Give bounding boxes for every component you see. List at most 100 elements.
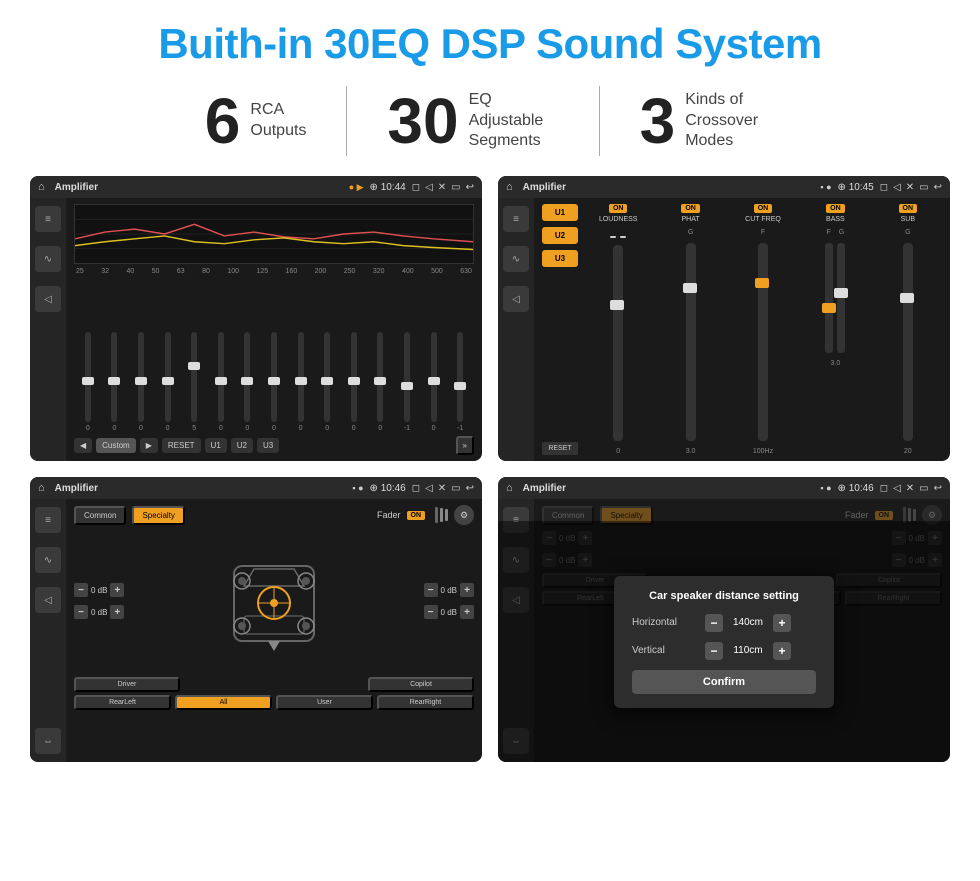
cutfreq-thumb[interactable] bbox=[755, 278, 769, 288]
eq-slider-12: -1 bbox=[395, 332, 419, 432]
eq-u3-btn[interactable]: U3 bbox=[257, 438, 279, 453]
copilot-btn[interactable]: Copilot bbox=[368, 677, 474, 692]
rearleft-btn[interactable]: RearLeft bbox=[74, 695, 171, 710]
eq-thumb-9[interactable] bbox=[321, 377, 333, 385]
fader-screen: Amplifier ▪ ● ⊕ 10:46 ◻ ◁ ✕ ▭ ↩ ≡ ∿ ◁ ⇔ bbox=[30, 477, 482, 762]
amp2-u3-btn[interactable]: U3 bbox=[542, 250, 578, 267]
eq-u2-btn[interactable]: U2 bbox=[231, 438, 253, 453]
bass-f-label: F bbox=[827, 229, 831, 236]
sub-thumb[interactable] bbox=[900, 293, 914, 303]
bass-f-thumb[interactable] bbox=[822, 303, 836, 313]
loudness-on[interactable]: ON bbox=[609, 204, 628, 213]
eq-sidebar-vol[interactable]: ◁ bbox=[35, 286, 61, 312]
amp2-u2-btn[interactable]: U2 bbox=[542, 227, 578, 244]
eq-thumb-1[interactable] bbox=[108, 377, 120, 385]
db-control-fr: − 0 dB + bbox=[424, 583, 474, 597]
loudness-thumb[interactable] bbox=[610, 300, 624, 310]
eq-thumb-8[interactable] bbox=[295, 377, 307, 385]
fl-minus[interactable]: − bbox=[74, 583, 88, 597]
amp2-sidebar-wave[interactable]: ∿ bbox=[503, 246, 529, 272]
dialog-topbar: Amplifier ▪ ● ⊕ 10:46 ◻ ◁ ✕ ▭ ↩ bbox=[498, 477, 950, 499]
eq-thumb-13[interactable] bbox=[428, 377, 440, 385]
rl-plus[interactable]: + bbox=[110, 605, 124, 619]
eq-prev-btn[interactable]: ◀ bbox=[74, 438, 92, 453]
sub-on[interactable]: ON bbox=[899, 204, 918, 213]
eq-dot: ● ▶ bbox=[349, 182, 364, 193]
amp2-reset-btn[interactable]: RESET bbox=[542, 442, 578, 455]
stat-eq: 30 EQ AdjustableSegments bbox=[347, 89, 598, 153]
eq-thumb-2[interactable] bbox=[135, 377, 147, 385]
eq-thumb-5[interactable] bbox=[215, 377, 227, 385]
fader-sidebar-eq[interactable]: ≡ bbox=[35, 507, 61, 533]
amp2-topbar: Amplifier ▪ ● ⊕ 10:45 ◻ ◁ ✕ ▭ ↩ bbox=[498, 176, 950, 198]
fader-sidebar-wave[interactable]: ∿ bbox=[35, 547, 61, 573]
eq-expand-btn[interactable]: » bbox=[456, 436, 474, 455]
eq-thumb-11[interactable] bbox=[374, 377, 386, 385]
eq-thumb-4[interactable] bbox=[188, 362, 200, 370]
rr-minus[interactable]: − bbox=[424, 605, 438, 619]
amp2-u1-btn[interactable]: U1 bbox=[542, 204, 578, 221]
bass-on[interactable]: ON bbox=[826, 204, 845, 213]
eq-next-btn[interactable]: ▶ bbox=[140, 438, 158, 453]
cutfreq-slider[interactable] bbox=[758, 243, 768, 441]
eq-thumb-14[interactable] bbox=[454, 382, 466, 390]
amp2-back-icon: ↩ bbox=[934, 182, 942, 193]
eq-freq-labels: 253240506380100125160200250320400500630 bbox=[74, 268, 474, 275]
phat-slider[interactable] bbox=[686, 243, 696, 441]
eq-sidebar-eq[interactable]: ≡ bbox=[35, 206, 61, 232]
bass-val: 3.0 bbox=[831, 360, 841, 367]
bass-slider-f[interactable] bbox=[825, 243, 833, 353]
bass-slider-g[interactable] bbox=[837, 243, 845, 353]
vertical-minus[interactable]: − bbox=[705, 642, 723, 660]
confirm-button[interactable]: Confirm bbox=[632, 670, 816, 694]
eq-sidebar: ≡ ∿ ◁ bbox=[30, 198, 66, 461]
sub-slider[interactable] bbox=[903, 243, 913, 441]
sub-label: SUB bbox=[901, 216, 915, 223]
bass-g-thumb[interactable] bbox=[834, 288, 848, 298]
rl-minus[interactable]: − bbox=[74, 605, 88, 619]
fader-common-tab[interactable]: Common bbox=[74, 506, 126, 525]
driver-btn[interactable]: Driver bbox=[74, 677, 180, 692]
eq-title: Amplifier bbox=[55, 182, 343, 193]
cutfreq-on[interactable]: ON bbox=[754, 204, 773, 213]
eq-u1-btn[interactable]: U1 bbox=[205, 438, 227, 453]
eq-thumb-3[interactable] bbox=[162, 377, 174, 385]
fader-settings-icon[interactable]: ⚙ bbox=[454, 505, 474, 525]
eq-reset-btn[interactable]: RESET bbox=[162, 438, 201, 453]
fr-plus[interactable]: + bbox=[460, 583, 474, 597]
eq-slider-2: 0 bbox=[129, 332, 153, 432]
fader-specialty-tab[interactable]: Specialty bbox=[132, 506, 184, 525]
eq-thumb-6[interactable] bbox=[241, 377, 253, 385]
rearright-btn[interactable]: RearRight bbox=[377, 695, 474, 710]
all-btn[interactable]: All bbox=[175, 695, 272, 710]
amp2-sidebar-eq[interactable]: ≡ bbox=[503, 206, 529, 232]
loudness-slider[interactable] bbox=[613, 245, 623, 441]
eq-sidebar-wave[interactable]: ∿ bbox=[35, 246, 61, 272]
rr-plus[interactable]: + bbox=[460, 605, 474, 619]
phat-thumb[interactable] bbox=[683, 283, 697, 293]
loudness-label: LOUDNESS bbox=[599, 216, 638, 223]
fader-sidebar-vol[interactable]: ◁ bbox=[35, 587, 61, 613]
user-btn[interactable]: User bbox=[276, 695, 373, 710]
fader-on-badge[interactable]: ON bbox=[407, 511, 426, 520]
eq-thumb-12[interactable] bbox=[401, 382, 413, 390]
eq-thumb-0[interactable] bbox=[82, 377, 94, 385]
eq-thumb-10[interactable] bbox=[348, 377, 360, 385]
eq-slider-9: 0 bbox=[315, 332, 339, 432]
horizontal-plus[interactable]: + bbox=[773, 614, 791, 632]
fader-sidebar-extra[interactable]: ⇔ bbox=[35, 728, 61, 754]
vertical-plus[interactable]: + bbox=[773, 642, 791, 660]
bass-label: BASS bbox=[826, 216, 845, 223]
phat-on[interactable]: ON bbox=[681, 204, 700, 213]
eq-custom-btn[interactable]: Custom bbox=[96, 438, 136, 453]
fr-minus[interactable]: − bbox=[424, 583, 438, 597]
amp2-channels: ON LOUDNESS 0 bbox=[584, 204, 942, 455]
rr-db-val: 0 dB bbox=[441, 608, 457, 617]
eq-slider-8: 0 bbox=[289, 332, 313, 432]
amp2-sidebar-vol[interactable]: ◁ bbox=[503, 286, 529, 312]
eq-thumb-7[interactable] bbox=[268, 377, 280, 385]
sub-val: 20 bbox=[904, 448, 912, 455]
horizontal-minus[interactable]: − bbox=[705, 614, 723, 632]
fader-time: ⊕ 10:46 bbox=[370, 483, 406, 494]
fl-plus[interactable]: + bbox=[110, 583, 124, 597]
